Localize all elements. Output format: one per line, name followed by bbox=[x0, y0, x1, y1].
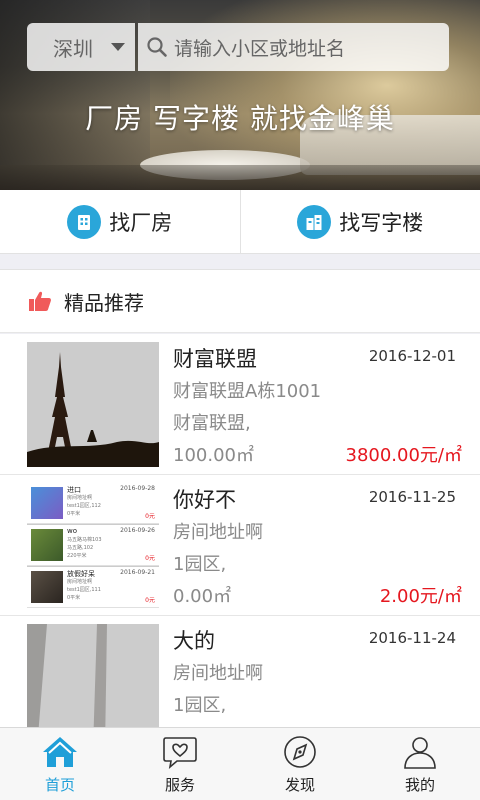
compass-icon bbox=[284, 736, 316, 768]
app-screen: 深圳 请输入小区或地址名 厂房 写字楼 就找金峰巢 找厂房 找写字楼 精品推荐 … bbox=[0, 0, 480, 800]
listing-area: 100.00㎡ bbox=[173, 445, 254, 466]
listing-photo bbox=[27, 624, 159, 727]
home-icon bbox=[43, 737, 77, 767]
eiffel-tower-icon bbox=[27, 352, 159, 467]
office-building-icon bbox=[297, 204, 332, 239]
mini-line: 房间地址啊 bbox=[67, 579, 93, 585]
bottom-tab-bar: 首页 服务 发现 我的 bbox=[0, 727, 480, 800]
find-factory-button[interactable]: 找厂房 bbox=[0, 190, 240, 253]
listing-name: 大的 bbox=[173, 629, 215, 653]
mini-price: 0元 bbox=[145, 597, 155, 604]
listing-item[interactable]: 进口 2016-09-28 房间地址啊 test1园区,112 0平米 0元 w… bbox=[0, 475, 480, 616]
city-label: 深圳 bbox=[53, 36, 93, 61]
mini-list-row: 进口 2016-09-28 房间地址啊 test1园区,112 0平米 0元 bbox=[27, 483, 159, 524]
tab-home[interactable]: 首页 bbox=[0, 728, 120, 800]
listing-address: 财富联盟A栋1001 bbox=[173, 381, 322, 402]
listing-name: 财富联盟 bbox=[173, 347, 257, 371]
mini-line: test1园区,112 bbox=[67, 503, 101, 509]
tab-label: 我的 bbox=[404, 776, 435, 794]
heart-bubble-icon bbox=[163, 737, 197, 770]
section-title: 精品推荐 bbox=[64, 290, 144, 315]
tab-discover[interactable]: 发现 bbox=[240, 728, 360, 800]
mini-date: 2016-09-21 bbox=[120, 569, 155, 576]
listing-name: 你好不 bbox=[173, 488, 236, 512]
section-header: 精品推荐 bbox=[0, 269, 480, 333]
tab-service[interactable]: 服务 bbox=[120, 728, 240, 800]
mini-title: wo bbox=[67, 527, 78, 535]
mini-thumb bbox=[31, 487, 63, 519]
listing-area: 0.00㎡ bbox=[173, 586, 232, 607]
mini-thumb bbox=[31, 571, 63, 603]
mini-line: 0平米 bbox=[67, 595, 81, 601]
quick-entries: 找厂房 找写字楼 bbox=[0, 190, 480, 254]
tab-mine[interactable]: 我的 bbox=[360, 728, 480, 800]
find-office-button[interactable]: 找写字楼 bbox=[239, 190, 480, 253]
listing-park: 1园区, bbox=[173, 554, 227, 575]
listing-park: 财富联盟, bbox=[173, 413, 251, 434]
factory-icon bbox=[67, 204, 102, 239]
tab-label: 首页 bbox=[44, 776, 75, 794]
listing-item[interactable]: 大的 2016-11-24 房间地址啊 1园区, bbox=[0, 616, 480, 727]
listing-date: 2016-11-25 bbox=[368, 488, 456, 506]
mini-line: 房间地址啊 bbox=[67, 495, 93, 501]
search-bar: 深圳 请输入小区或地址名 bbox=[27, 23, 449, 71]
banner-slogan: 厂房 写字楼 就找金峰巢 bbox=[85, 102, 395, 135]
find-factory-label: 找厂房 bbox=[109, 210, 173, 235]
search-input[interactable]: 请输入小区或地址名 bbox=[138, 23, 449, 71]
mini-list-row: wo 2016-09-26 马五路马棉103 马五路,102 220平米 0元 bbox=[27, 525, 159, 566]
listing-price: 3800.00元/㎡ bbox=[345, 445, 463, 466]
chevron-down-icon bbox=[111, 43, 125, 51]
mini-date: 2016-09-26 bbox=[120, 527, 155, 534]
search-placeholder: 请输入小区或地址名 bbox=[174, 37, 346, 60]
listing-item[interactable]: 财富联盟 2016-12-01 财富联盟A栋1001 财富联盟, 100.00㎡… bbox=[0, 334, 480, 475]
mini-date: 2016-09-28 bbox=[120, 485, 155, 492]
mini-line: 马五路,102 bbox=[67, 545, 94, 551]
listing-park: 1园区, bbox=[173, 695, 227, 716]
listing-price: 2.00元/㎡ bbox=[379, 586, 462, 607]
listing-date: 2016-12-01 bbox=[368, 347, 456, 365]
mini-line: test1园区,111 bbox=[67, 587, 101, 593]
person-icon bbox=[404, 737, 436, 769]
mini-line: 马五路马棉103 bbox=[67, 537, 102, 543]
listing-list: 财富联盟 2016-12-01 财富联盟A栋1001 财富联盟, 100.00㎡… bbox=[0, 334, 480, 727]
wall-shadow-icon bbox=[27, 624, 107, 727]
mini-price: 0元 bbox=[145, 513, 155, 520]
mini-list-row: 放假好呆 2016-09-21 房间地址啊 test1园区,111 0平米 0元 bbox=[27, 567, 159, 608]
find-office-label: 找写字楼 bbox=[339, 210, 424, 235]
mini-price: 0元 bbox=[145, 555, 155, 562]
tab-label: 服务 bbox=[164, 776, 195, 794]
listing-photo: 进口 2016-09-28 房间地址啊 test1园区,112 0平米 0元 w… bbox=[27, 483, 159, 608]
mini-line: 220平米 bbox=[67, 553, 87, 559]
mini-line: 0平米 bbox=[67, 511, 81, 517]
listing-address: 房间地址啊 bbox=[173, 663, 263, 684]
search-icon bbox=[147, 37, 167, 57]
banner-floor bbox=[0, 165, 480, 190]
city-selector[interactable]: 深圳 bbox=[27, 23, 135, 71]
hero-banner: 深圳 请输入小区或地址名 厂房 写字楼 就找金峰巢 bbox=[0, 0, 480, 190]
listing-photo bbox=[27, 342, 159, 467]
listing-address: 房间地址啊 bbox=[173, 522, 263, 543]
thumbs-up-icon bbox=[29, 291, 51, 311]
mini-thumb bbox=[31, 529, 63, 561]
listing-date: 2016-11-24 bbox=[368, 629, 456, 647]
tab-label: 发现 bbox=[284, 776, 315, 794]
